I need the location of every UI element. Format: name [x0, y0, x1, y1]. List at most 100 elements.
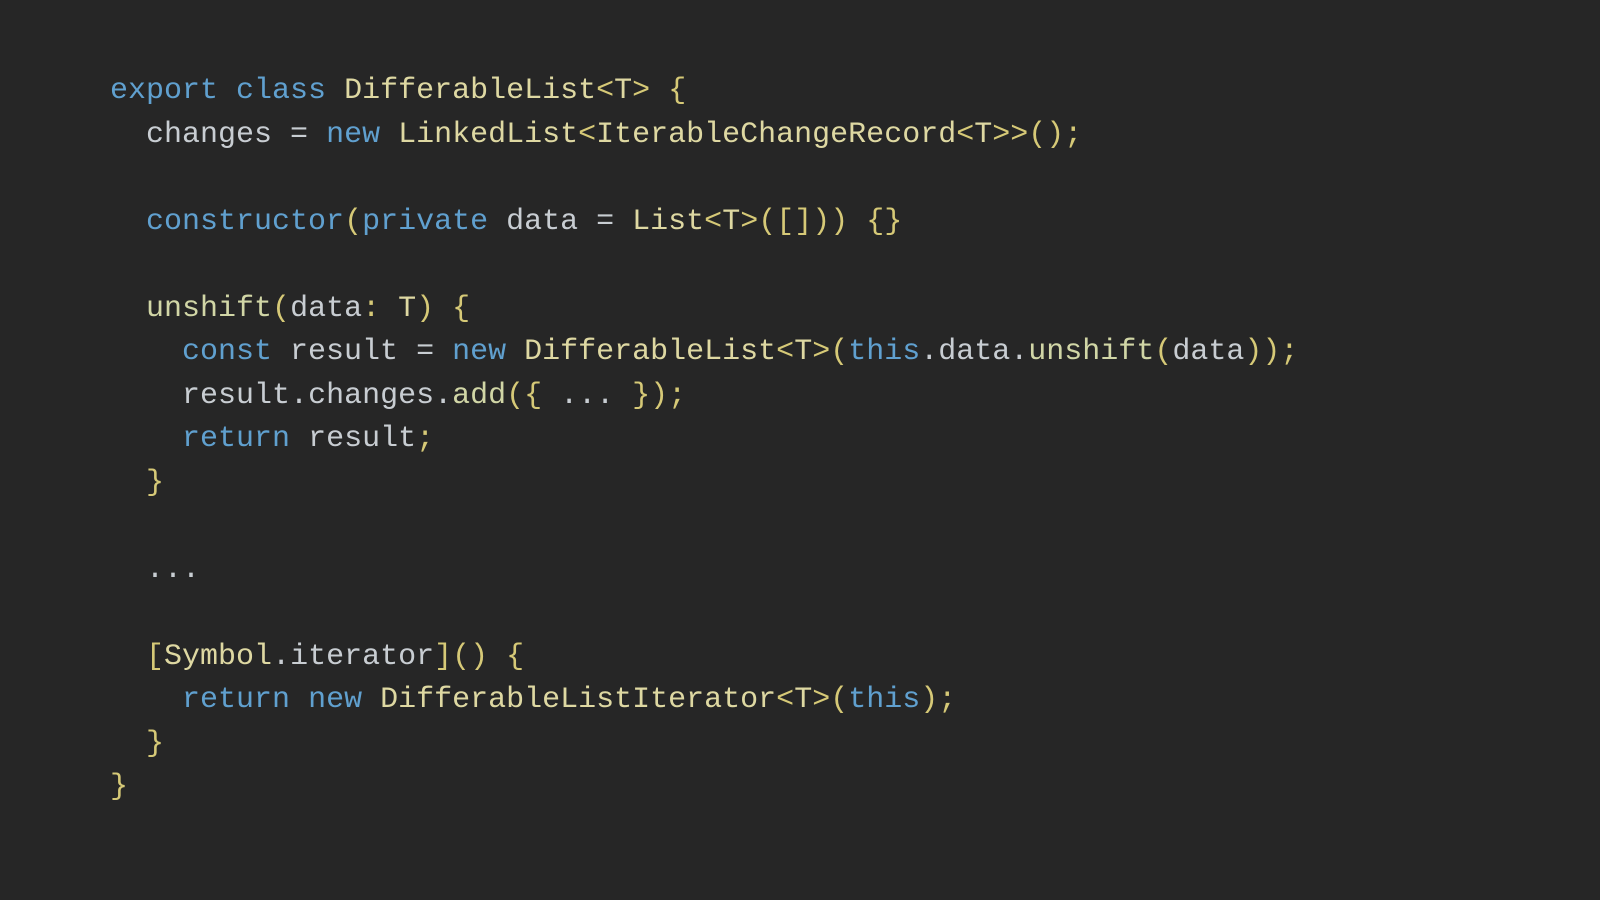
code-token: [110, 553, 146, 587]
code-token: {: [506, 640, 524, 674]
code-token: return: [182, 683, 290, 717]
code-token: Symbol: [164, 640, 272, 674]
code-token: {: [452, 292, 470, 326]
code-token: unshift: [1028, 335, 1154, 369]
code-token: <: [956, 118, 974, 152]
code-token: >: [812, 335, 830, 369]
code-token: ));: [1244, 335, 1298, 369]
code-token: [650, 74, 668, 108]
code-token: new: [452, 335, 506, 369]
code-token: [110, 379, 182, 413]
code-token: [218, 74, 236, 108]
code-token: <: [578, 118, 596, 152]
code-token: [: [146, 640, 164, 674]
code-token: [362, 683, 380, 717]
code-token: ([])): [758, 205, 848, 239]
code-token: data: [938, 335, 1010, 369]
code-token: [110, 335, 182, 369]
code-token: {}: [866, 205, 902, 239]
code-token: [506, 335, 524, 369]
code-token: T: [398, 292, 416, 326]
code-token: T: [794, 683, 812, 717]
code-token: export: [110, 74, 218, 108]
code-token: new: [326, 118, 380, 152]
code-token: [110, 118, 146, 152]
code-token: DifferableListIterator: [380, 683, 776, 717]
code-token: result: [308, 422, 416, 456]
code-token: .: [290, 379, 308, 413]
code-token: [110, 727, 146, 761]
code-token: [110, 422, 182, 456]
code-token: T: [974, 118, 992, 152]
code-token: (: [1154, 335, 1172, 369]
code-token: <: [704, 205, 722, 239]
code-token: data: [1172, 335, 1244, 369]
code-token: }: [110, 770, 128, 804]
code-token: [110, 466, 146, 500]
code-token: [434, 292, 452, 326]
code-token: (: [344, 205, 362, 239]
code-token: changes: [308, 379, 434, 413]
code-token: <: [776, 335, 794, 369]
code-token: this: [848, 335, 920, 369]
code-token: >: [812, 683, 830, 717]
code-token: LinkedList: [398, 118, 578, 152]
code-token: ({: [506, 379, 542, 413]
code-token: T: [722, 205, 740, 239]
code-token: ;: [416, 422, 434, 456]
code-token: ...: [542, 379, 632, 413]
code-token: iterator: [290, 640, 434, 674]
code-token: result: [182, 379, 290, 413]
code-token: changes: [146, 118, 272, 152]
code-token: =: [578, 205, 632, 239]
code-token: class: [236, 74, 326, 108]
code-token: unshift: [146, 292, 272, 326]
code-token: }: [146, 466, 164, 500]
code-token: this: [848, 683, 920, 717]
code-token: ): [416, 292, 434, 326]
code-token: :: [362, 292, 398, 326]
code-token: List: [632, 205, 704, 239]
code-token: [110, 640, 146, 674]
code-token: (: [830, 683, 848, 717]
code-token: [110, 683, 182, 717]
code-token: [488, 205, 506, 239]
code-token: (: [830, 335, 848, 369]
code-token: );: [920, 683, 956, 717]
code-token: [290, 683, 308, 717]
code-token: ](): [434, 640, 488, 674]
code-token: (: [272, 292, 290, 326]
code-token: [290, 422, 308, 456]
code-token: [488, 640, 506, 674]
code-token: return: [182, 422, 290, 456]
code-token: add: [452, 379, 506, 413]
code-token: [272, 335, 290, 369]
code-token: [848, 205, 866, 239]
code-token: data: [290, 292, 362, 326]
code-token: T: [794, 335, 812, 369]
code-token: constructor: [146, 205, 344, 239]
code-token: >: [740, 205, 758, 239]
code-token: const: [182, 335, 272, 369]
code-token: .: [272, 640, 290, 674]
code-token: result: [290, 335, 398, 369]
code-token: ();: [1028, 118, 1082, 152]
code-token: private: [362, 205, 488, 239]
code-token: [326, 74, 344, 108]
code-token: >: [632, 74, 650, 108]
code-token: =: [398, 335, 452, 369]
code-token: .: [920, 335, 938, 369]
code-token: });: [632, 379, 686, 413]
code-token: data: [506, 205, 578, 239]
code-token: }: [146, 727, 164, 761]
code-token: new: [308, 683, 362, 717]
code-token: T: [614, 74, 632, 108]
code-token: >>: [992, 118, 1028, 152]
code-token: <: [596, 74, 614, 108]
code-token: {: [668, 74, 686, 108]
code-token: .: [1010, 335, 1028, 369]
code-token: [110, 292, 146, 326]
code-token: DifferableList: [344, 74, 596, 108]
code-token: .: [434, 379, 452, 413]
code-token: [110, 205, 146, 239]
